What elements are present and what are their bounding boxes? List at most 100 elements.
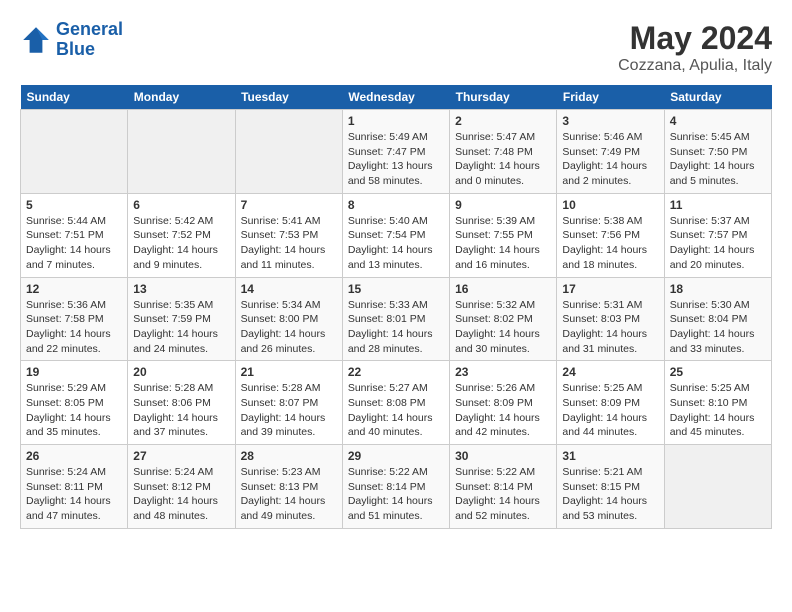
calendar-cell: 9 Sunrise: 5:39 AMSunset: 7:55 PMDaylight… [450,193,557,277]
weekday-label: Thursday [450,85,557,110]
calendar-body: 1 Sunrise: 5:49 AMSunset: 7:47 PMDaylight… [21,110,772,529]
day-number: 26 [26,449,122,463]
calendar-cell: 22Sunrise: 5:27 AMSunset: 8:08 PMDayligh… [342,361,449,445]
logo: GeneralBlue [20,20,123,60]
calendar-cell: 7 Sunrise: 5:41 AMSunset: 7:53 PMDaylight… [235,193,342,277]
calendar-cell: 13 Sunrise: 5:35 AMSunset: 7:59 PMDayligh… [128,277,235,361]
day-number: 5 [26,198,122,212]
calendar-week-row: 26Sunrise: 5:24 AMSunset: 8:11 PMDayligh… [21,445,772,529]
calendar-cell: 25Sunrise: 5:25 AMSunset: 8:10 PMDayligh… [664,361,771,445]
day-number: 19 [26,365,122,379]
calendar-cell [664,445,771,529]
day-info: Sunrise: 5:36 AMSunset: 7:58 PMDaylight:… [26,298,122,357]
calendar-table: SundayMondayTuesdayWednesdayThursdayFrid… [20,85,772,529]
logo-text: GeneralBlue [56,20,123,60]
day-number: 12 [26,282,122,296]
day-number: 4 [670,114,766,128]
day-info: Sunrise: 5:32 AMSunset: 8:02 PMDaylight:… [455,298,551,357]
calendar-cell [21,110,128,194]
day-number: 28 [241,449,337,463]
weekday-header-row: SundayMondayTuesdayWednesdayThursdayFrid… [21,85,772,110]
calendar-cell [128,110,235,194]
calendar-cell: 1 Sunrise: 5:49 AMSunset: 7:47 PMDaylight… [342,110,449,194]
calendar-cell: 30Sunrise: 5:22 AMSunset: 8:14 PMDayligh… [450,445,557,529]
weekday-label: Monday [128,85,235,110]
day-info: Sunrise: 5:33 AMSunset: 8:01 PMDaylight:… [348,298,444,357]
day-info: Sunrise: 5:29 AMSunset: 8:05 PMDaylight:… [26,381,122,440]
calendar-cell: 31 Sunrise: 5:21 AMSunset: 8:15 PMDayligh… [557,445,664,529]
calendar-cell: 23 Sunrise: 5:26 AMSunset: 8:09 PMDayligh… [450,361,557,445]
day-info: Sunrise: 5:34 AMSunset: 8:00 PMDaylight:… [241,298,337,357]
day-info: Sunrise: 5:23 AMSunset: 8:13 PMDaylight:… [241,465,337,524]
day-info: Sunrise: 5:49 AMSunset: 7:47 PMDaylight:… [348,130,444,189]
day-info: Sunrise: 5:37 AMSunset: 7:57 PMDaylight:… [670,214,766,273]
calendar-cell: 11 Sunrise: 5:37 AMSunset: 7:57 PMDayligh… [664,193,771,277]
day-info: Sunrise: 5:39 AMSunset: 7:55 PMDaylight:… [455,214,551,273]
day-info: Sunrise: 5:21 AMSunset: 8:15 PMDaylight:… [562,465,658,524]
calendar-cell: 29 Sunrise: 5:22 AMSunset: 8:14 PMDayligh… [342,445,449,529]
day-info: Sunrise: 5:40 AMSunset: 7:54 PMDaylight:… [348,214,444,273]
calendar-cell: 26Sunrise: 5:24 AMSunset: 8:11 PMDayligh… [21,445,128,529]
day-number: 20 [133,365,229,379]
title-block: May 2024 Cozzana, Apulia, Italy [618,20,772,75]
day-number: 31 [562,449,658,463]
calendar-week-row: 1 Sunrise: 5:49 AMSunset: 7:47 PMDaylight… [21,110,772,194]
day-info: Sunrise: 5:31 AMSunset: 8:03 PMDaylight:… [562,298,658,357]
calendar-week-row: 5 Sunrise: 5:44 AMSunset: 7:51 PMDaylight… [21,193,772,277]
calendar-cell: 4Sunrise: 5:45 AMSunset: 7:50 PMDaylight… [664,110,771,194]
day-number: 29 [348,449,444,463]
calendar-cell: 16Sunrise: 5:32 AMSunset: 8:02 PMDayligh… [450,277,557,361]
calendar-cell: 24 Sunrise: 5:25 AMSunset: 8:09 PMDayligh… [557,361,664,445]
day-number: 18 [670,282,766,296]
calendar-cell: 8Sunrise: 5:40 AMSunset: 7:54 PMDaylight… [342,193,449,277]
day-info: Sunrise: 5:35 AMSunset: 7:59 PMDaylight:… [133,298,229,357]
day-info: Sunrise: 5:47 AMSunset: 7:48 PMDaylight:… [455,130,551,189]
day-number: 24 [562,365,658,379]
day-info: Sunrise: 5:44 AMSunset: 7:51 PMDaylight:… [26,214,122,273]
calendar-cell: 14 Sunrise: 5:34 AMSunset: 8:00 PMDayligh… [235,277,342,361]
calendar-cell [235,110,342,194]
weekday-label: Sunday [21,85,128,110]
day-number: 1 [348,114,444,128]
calendar-cell: 19 Sunrise: 5:29 AMSunset: 8:05 PMDayligh… [21,361,128,445]
weekday-label: Wednesday [342,85,449,110]
calendar-subtitle: Cozzana, Apulia, Italy [618,57,772,75]
day-info: Sunrise: 5:28 AMSunset: 8:07 PMDaylight:… [241,381,337,440]
calendar-cell: 10 Sunrise: 5:38 AMSunset: 7:56 PMDayligh… [557,193,664,277]
calendar-week-row: 12 Sunrise: 5:36 AMSunset: 7:58 PMDayligh… [21,277,772,361]
calendar-title: May 2024 [618,20,772,57]
calendar-cell: 15 Sunrise: 5:33 AMSunset: 8:01 PMDayligh… [342,277,449,361]
day-info: Sunrise: 5:42 AMSunset: 7:52 PMDaylight:… [133,214,229,273]
day-info: Sunrise: 5:25 AMSunset: 8:09 PMDaylight:… [562,381,658,440]
day-number: 14 [241,282,337,296]
day-info: Sunrise: 5:26 AMSunset: 8:09 PMDaylight:… [455,381,551,440]
calendar-cell: 12 Sunrise: 5:36 AMSunset: 7:58 PMDayligh… [21,277,128,361]
day-number: 6 [133,198,229,212]
day-info: Sunrise: 5:38 AMSunset: 7:56 PMDaylight:… [562,214,658,273]
day-number: 3 [562,114,658,128]
day-number: 15 [348,282,444,296]
calendar-cell: 17 Sunrise: 5:31 AMSunset: 8:03 PMDayligh… [557,277,664,361]
day-info: Sunrise: 5:41 AMSunset: 7:53 PMDaylight:… [241,214,337,273]
day-number: 7 [241,198,337,212]
calendar-cell: 6 Sunrise: 5:42 AMSunset: 7:52 PMDaylight… [128,193,235,277]
day-number: 9 [455,198,551,212]
day-number: 27 [133,449,229,463]
day-info: Sunrise: 5:25 AMSunset: 8:10 PMDaylight:… [670,381,766,440]
day-info: Sunrise: 5:22 AMSunset: 8:14 PMDaylight:… [348,465,444,524]
day-number: 10 [562,198,658,212]
day-number: 21 [241,365,337,379]
calendar-cell: 2 Sunrise: 5:47 AMSunset: 7:48 PMDaylight… [450,110,557,194]
day-number: 13 [133,282,229,296]
day-number: 17 [562,282,658,296]
logo-icon [20,24,52,56]
day-info: Sunrise: 5:28 AMSunset: 8:06 PMDaylight:… [133,381,229,440]
day-info: Sunrise: 5:24 AMSunset: 8:12 PMDaylight:… [133,465,229,524]
weekday-label: Friday [557,85,664,110]
day-number: 2 [455,114,551,128]
day-number: 11 [670,198,766,212]
day-number: 23 [455,365,551,379]
day-number: 22 [348,365,444,379]
weekday-label: Saturday [664,85,771,110]
day-info: Sunrise: 5:30 AMSunset: 8:04 PMDaylight:… [670,298,766,357]
